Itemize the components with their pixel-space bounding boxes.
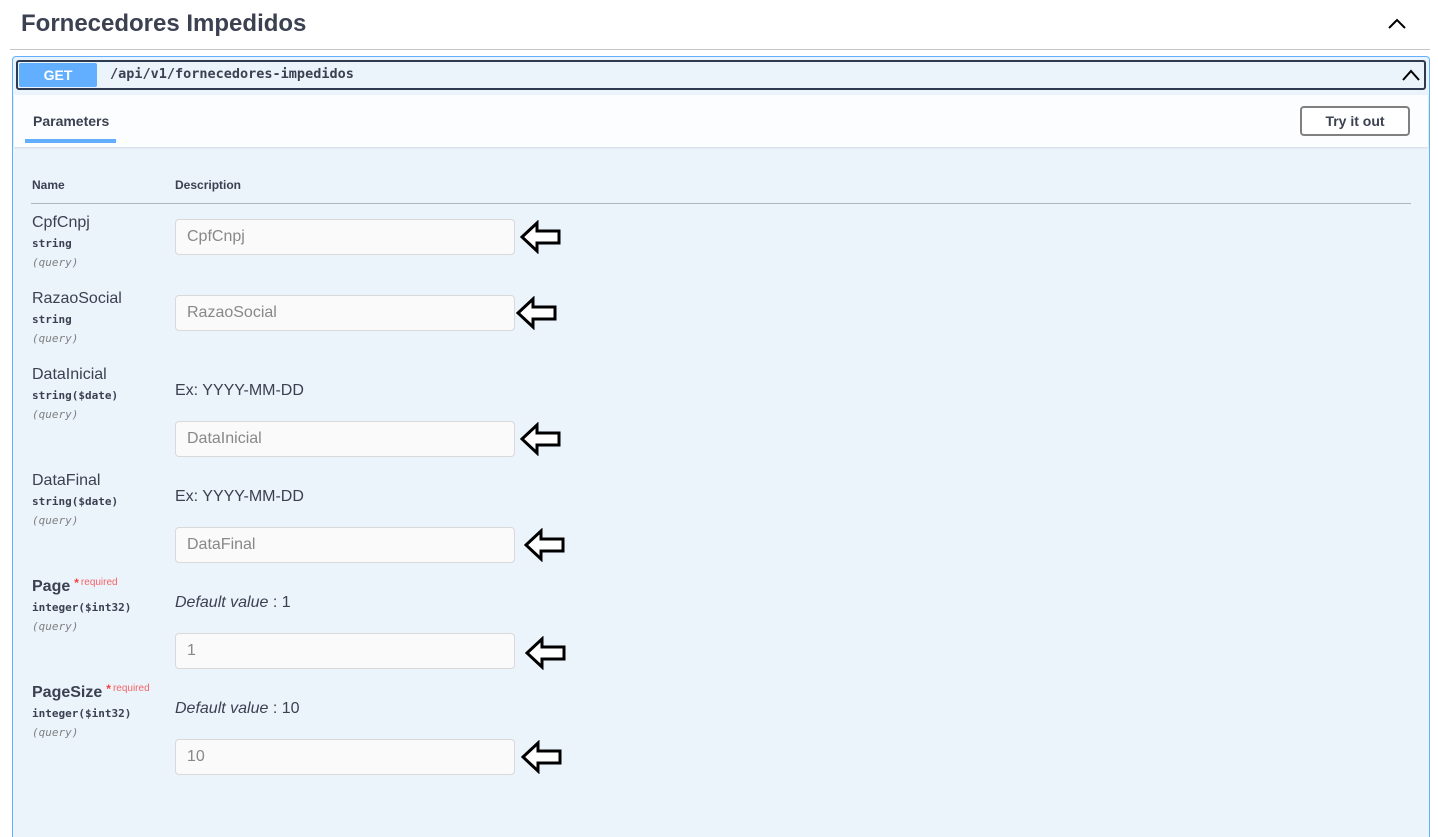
pagesize-input[interactable] — [175, 739, 515, 775]
required-star: * — [106, 682, 111, 696]
required-label: required — [80, 577, 118, 588]
param-default: Default value : 1 — [175, 594, 291, 612]
param-type: string — [32, 313, 72, 326]
default-label: Default value — [175, 594, 269, 611]
chevron-up-icon[interactable] — [1400, 64, 1422, 86]
arrow-left-icon — [521, 740, 562, 774]
param-name: Page * required — [32, 576, 118, 596]
param-name-text: Page — [32, 578, 71, 595]
param-in: (query) — [32, 332, 79, 345]
default-value: 1 — [281, 594, 291, 611]
tab-parameters[interactable]: Parameters — [33, 113, 109, 129]
chevron-up-icon[interactable] — [1386, 14, 1408, 34]
default-separator: : — [268, 594, 282, 611]
param-name: PageSize * required — [32, 682, 150, 702]
param-name: DataInicial — [32, 366, 107, 383]
default-label: Default value — [175, 700, 269, 717]
header-divider — [31, 203, 1411, 204]
arrow-left-icon — [520, 220, 561, 254]
required-star: * — [74, 576, 79, 590]
required-label: required — [112, 683, 150, 694]
param-name-text: PageSize — [32, 684, 103, 701]
tag-title[interactable]: Fornecedores Impedidos — [21, 10, 306, 38]
param-name: RazaoSocial — [32, 290, 122, 307]
method-badge: GET — [19, 63, 97, 87]
datainicial-input[interactable] — [175, 421, 515, 457]
arrow-left-icon — [525, 636, 566, 670]
param-type: string($date) — [32, 389, 119, 402]
param-default: Default value : 10 — [175, 700, 300, 718]
param-example: Ex: YYYY-MM-DD — [175, 382, 304, 399]
tag-header[interactable]: Fornecedores Impedidos — [10, 0, 1430, 50]
cpfcnpj-input[interactable] — [175, 219, 515, 255]
arrow-left-icon — [520, 422, 561, 456]
page-input[interactable] — [175, 633, 515, 669]
default-value: 10 — [281, 700, 300, 717]
param-in: (query) — [32, 256, 79, 269]
param-type: integer($int32) — [32, 707, 132, 720]
param-in: (query) — [32, 620, 79, 633]
param-type: integer($int32) — [32, 601, 132, 614]
param-name: CpfCnpj — [32, 214, 90, 231]
column-header-name: Name — [32, 178, 65, 192]
opblock-summary[interactable]: GET /api/v1/fornecedores-impedidos — [16, 60, 1426, 90]
param-in: (query) — [32, 514, 79, 527]
param-name: DataFinal — [32, 472, 101, 489]
datafinal-input[interactable] — [175, 527, 515, 563]
param-type: string($date) — [32, 495, 119, 508]
opblock-get: GET /api/v1/fornecedores-impedidos Param… — [12, 56, 1430, 837]
tab-active-indicator — [25, 139, 116, 143]
endpoint-path: /api/v1/fornecedores-impedidos — [110, 66, 354, 82]
arrow-left-icon — [516, 296, 557, 330]
param-example: Ex: YYYY-MM-DD — [175, 488, 304, 505]
parameters-tab-header: Parameters Try it out — [14, 95, 1428, 147]
arrow-left-icon — [524, 528, 565, 562]
razaosocial-input[interactable] — [175, 295, 515, 331]
column-header-description: Description — [175, 178, 242, 192]
param-in: (query) — [32, 726, 79, 739]
param-type: string — [32, 237, 72, 250]
try-it-out-button[interactable]: Try it out — [1300, 106, 1410, 136]
param-in: (query) — [32, 408, 79, 421]
default-separator: : — [268, 700, 282, 717]
